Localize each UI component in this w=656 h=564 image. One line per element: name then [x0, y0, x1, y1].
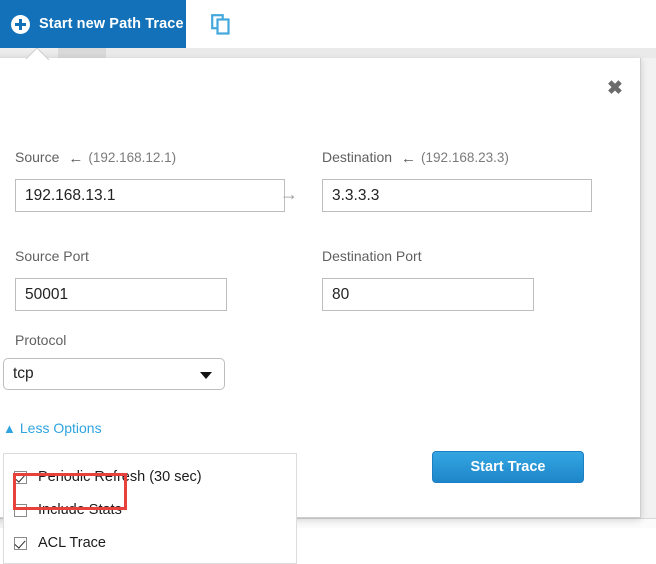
destination-ip-input[interactable]	[322, 179, 592, 212]
source-ip-input[interactable]	[15, 179, 285, 212]
source-label: Source	[15, 149, 60, 165]
less-options-toggle[interactable]: ▲ Less Options	[3, 420, 102, 436]
periodic-refresh-label: Periodic Refresh (30 sec)	[38, 469, 202, 485]
destination-label: Destination	[322, 149, 393, 165]
include-stats-checkbox[interactable]	[14, 503, 27, 517]
tab-start-new-path-trace-label: Start new Path Trace	[39, 16, 184, 32]
double-chevron-up-icon: ▲	[3, 420, 16, 436]
tab-start-new-path-trace[interactable]: Start new Path Trace	[0, 0, 186, 48]
less-options-label: Less Options	[19, 420, 102, 436]
destination-hint: (192.168.23.3)	[421, 150, 509, 165]
source-port-label: Source Port	[15, 248, 89, 264]
source-label-group: Source ← (192.168.12.1)	[15, 149, 176, 167]
top-tab-bar: Start new Path Trace	[0, 0, 656, 48]
destination-port-label: Destination Port	[322, 248, 422, 264]
flow-arrow-icon: →	[280, 184, 298, 204]
destination-back-arrow-icon: ←	[401, 150, 417, 167]
source-hint: (192.168.12.1)	[88, 150, 177, 165]
source-back-arrow-icon: ←	[68, 150, 84, 167]
path-trace-form-panel: ✖ Source ← (192.168.12.1) → Destination ← (1…	[0, 58, 641, 564]
plus-circle-icon	[11, 14, 30, 34]
include-stats-label: Include Stats	[38, 502, 122, 518]
acl-trace-checkbox[interactable]	[14, 536, 27, 550]
chevron-down-icon	[200, 372, 212, 379]
start-trace-button[interactable]: Start Trace	[432, 451, 584, 483]
destination-label-group: Destination ← (192.168.23.3)	[322, 149, 509, 167]
close-icon[interactable]: ✖	[604, 78, 626, 100]
copy-icon-button[interactable]	[186, 0, 256, 48]
option-periodic-refresh[interactable]: Periodic Refresh (30 sec)	[14, 468, 202, 486]
periodic-refresh-checkbox[interactable]	[14, 470, 27, 484]
protocol-label: Protocol	[15, 332, 67, 348]
options-group: Periodic Refresh (30 sec) Include Stats …	[3, 453, 297, 564]
strip-segment-a	[58, 48, 106, 58]
strip-segment-b	[106, 48, 656, 58]
option-include-stats[interactable]: Include Stats	[14, 501, 122, 519]
protocol-selected-value: tcp	[13, 365, 34, 382]
panel-pointer-caret	[26, 48, 52, 60]
source-port-input[interactable]	[15, 278, 227, 311]
destination-port-input[interactable]	[322, 278, 534, 311]
panel-background-right	[641, 58, 656, 528]
option-acl-trace[interactable]: ACL Trace	[14, 534, 106, 552]
copy-icon	[211, 13, 231, 35]
panel-background-bottom-segment	[256, 519, 656, 528]
protocol-select[interactable]: tcp	[3, 358, 225, 390]
acl-trace-label: ACL Trace	[38, 535, 106, 551]
